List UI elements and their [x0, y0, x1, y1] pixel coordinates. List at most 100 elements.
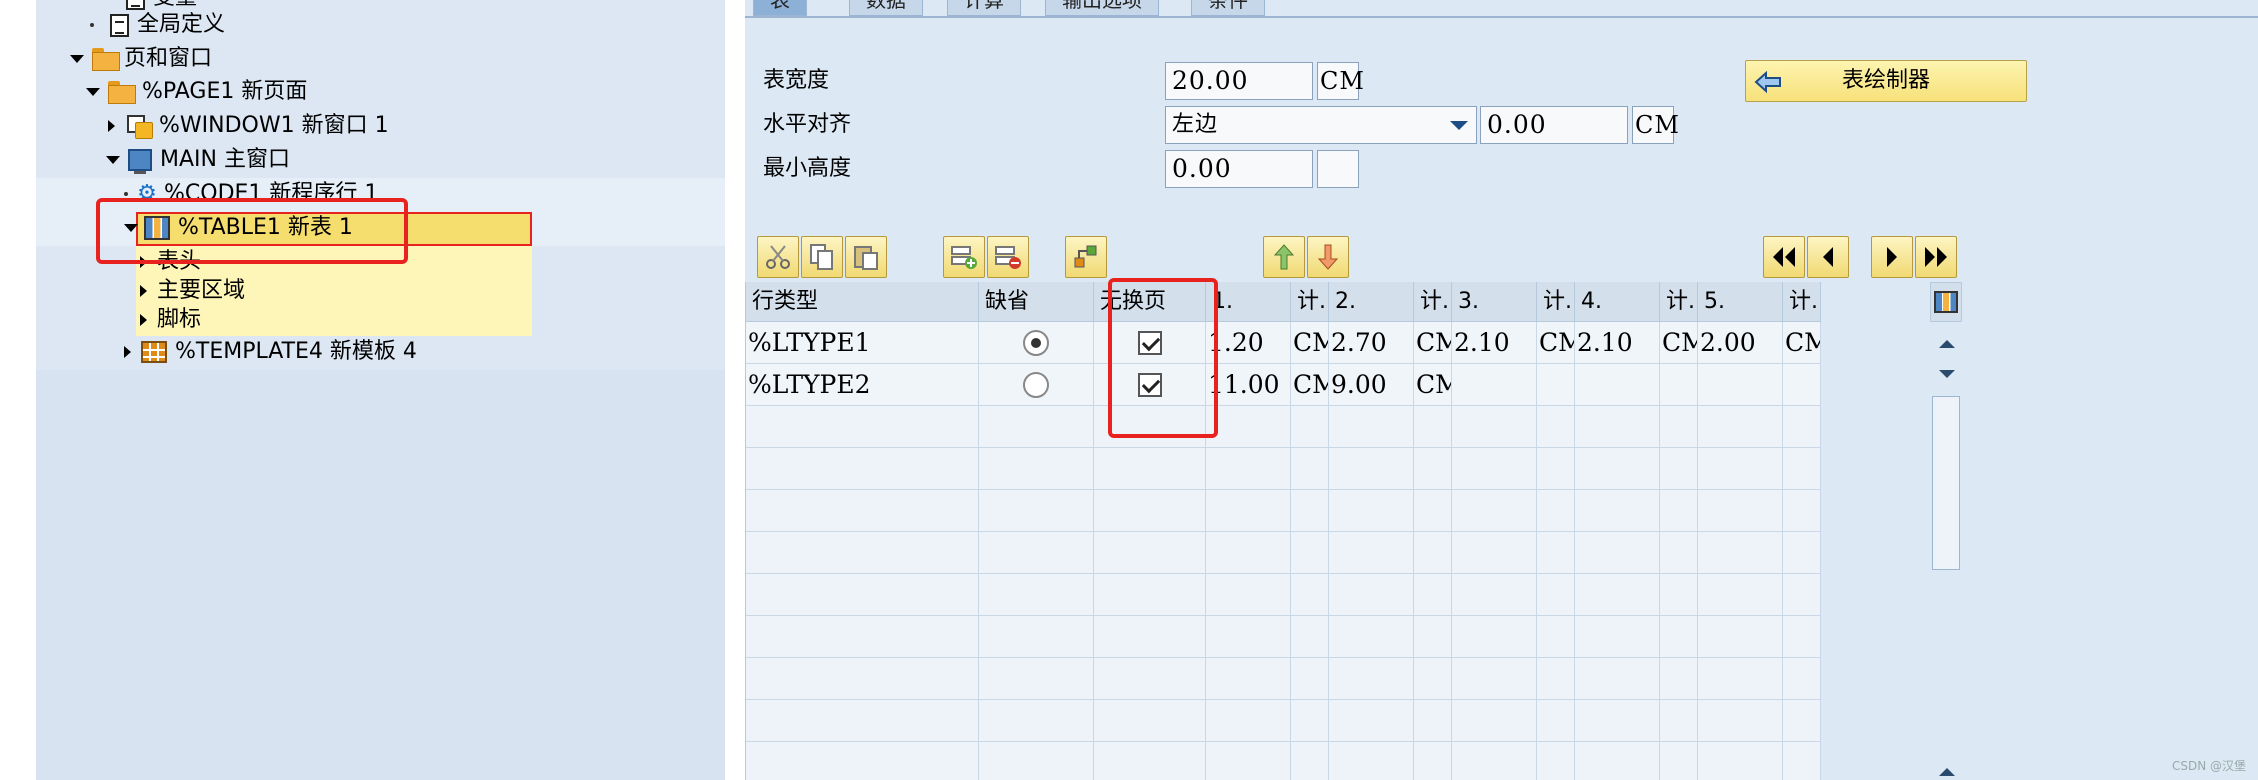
empty-grid-cell[interactable]	[1698, 406, 1783, 448]
tab-table[interactable]: 表	[753, 0, 807, 16]
empty-grid-cell[interactable]	[1329, 658, 1414, 700]
empty-grid-cell[interactable]	[746, 616, 979, 658]
empty-grid-cell[interactable]	[1094, 658, 1206, 700]
empty-grid-cell[interactable]	[1698, 490, 1783, 532]
tree-node-window1[interactable]: %WINDOW1 新窗口 1	[108, 110, 389, 142]
scroll-down-icon[interactable]	[1939, 370, 1955, 378]
empty-grid-cell[interactable]	[746, 490, 979, 532]
empty-grid-cell[interactable]	[1575, 742, 1660, 780]
empty-grid-cell[interactable]	[746, 700, 979, 742]
tree-node-page1[interactable]: %PAGE1 新页面	[86, 76, 307, 108]
grid-cell[interactable]	[1452, 364, 1537, 406]
tree-node-global[interactable]: 全局定义	[90, 9, 225, 41]
empty-grid-cell[interactable]	[1537, 448, 1575, 490]
grid-cell[interactable]: 2.00	[1698, 322, 1783, 364]
empty-grid-cell[interactable]	[1094, 616, 1206, 658]
empty-grid-cell[interactable]	[1537, 616, 1575, 658]
delete-row-button[interactable]	[987, 236, 1029, 278]
empty-grid-cell[interactable]	[1206, 532, 1291, 574]
empty-grid-cell[interactable]	[979, 490, 1094, 532]
expand-triangle-icon[interactable]	[106, 156, 120, 164]
empty-grid-cell[interactable]	[1291, 574, 1329, 616]
empty-grid-cell[interactable]	[1414, 574, 1452, 616]
empty-grid-cell[interactable]	[1452, 532, 1537, 574]
empty-grid-cell[interactable]	[1329, 616, 1414, 658]
move-down-button[interactable]	[1307, 236, 1349, 278]
column-header[interactable]: 计.	[1291, 282, 1329, 322]
empty-grid-cell[interactable]	[1329, 700, 1414, 742]
grid-cell[interactable]: 2.10	[1575, 322, 1660, 364]
paste-button[interactable]	[845, 236, 887, 278]
expand-triangle-icon[interactable]	[70, 55, 84, 63]
scroll-thumb[interactable]	[1932, 396, 1960, 570]
empty-grid-cell[interactable]	[1414, 448, 1452, 490]
empty-grid-cell[interactable]	[1783, 448, 1821, 490]
empty-grid-cell[interactable]	[1660, 574, 1698, 616]
hierarchy-button[interactable]	[1065, 236, 1107, 278]
empty-grid-cell[interactable]	[1783, 532, 1821, 574]
empty-grid-cell[interactable]	[1575, 658, 1660, 700]
grid-cell[interactable]: 11.00	[1206, 364, 1291, 406]
horizontal-align-select[interactable]: 左边	[1165, 106, 1477, 144]
empty-grid-cell[interactable]	[746, 658, 979, 700]
column-header[interactable]: 4.	[1575, 282, 1660, 322]
min-height-unit[interactable]	[1317, 150, 1359, 188]
empty-grid-cell[interactable]	[746, 448, 979, 490]
column-header[interactable]: 5.	[1698, 282, 1783, 322]
empty-grid-cell[interactable]	[1094, 700, 1206, 742]
empty-grid-cell[interactable]	[1660, 532, 1698, 574]
empty-grid-cell[interactable]	[1537, 406, 1575, 448]
empty-grid-cell[interactable]	[1783, 490, 1821, 532]
empty-grid-cell[interactable]	[1291, 406, 1329, 448]
empty-grid-cell[interactable]	[1452, 616, 1537, 658]
empty-grid-cell[interactable]	[1291, 742, 1329, 780]
table-width-input[interactable]: 20.00	[1165, 62, 1313, 100]
empty-grid-cell[interactable]	[1537, 574, 1575, 616]
empty-grid-cell[interactable]	[1206, 406, 1291, 448]
empty-grid-cell[interactable]	[1698, 574, 1783, 616]
empty-grid-cell[interactable]	[1291, 448, 1329, 490]
empty-grid-cell[interactable]	[1783, 406, 1821, 448]
empty-grid-cell[interactable]	[1575, 532, 1660, 574]
empty-grid-cell[interactable]	[1575, 448, 1660, 490]
column-header[interactable]: 计.	[1414, 282, 1452, 322]
table-width-unit[interactable]: CM	[1317, 62, 1364, 100]
column-header[interactable]: 缺省	[979, 282, 1094, 322]
grid-cell[interactable]: CM	[1414, 364, 1452, 406]
empty-grid-cell[interactable]	[979, 658, 1094, 700]
empty-grid-cell[interactable]	[1575, 700, 1660, 742]
collapsed-triangle-icon[interactable]	[140, 285, 147, 297]
grid-cell[interactable]	[1783, 364, 1821, 406]
tab-calculation[interactable]: 计算	[947, 0, 1021, 16]
empty-grid-cell[interactable]	[1537, 532, 1575, 574]
copy-button[interactable]	[801, 236, 843, 278]
empty-grid-cell[interactable]	[1537, 658, 1575, 700]
empty-grid-cell[interactable]	[979, 700, 1094, 742]
column-header[interactable]: 行类型	[746, 282, 979, 322]
scroll-up-icon[interactable]	[1939, 340, 1955, 348]
horizontal-offset-unit[interactable]: CM	[1632, 106, 1679, 144]
grid-cell[interactable]: 2.70	[1329, 322, 1414, 364]
empty-grid-cell[interactable]	[1660, 742, 1698, 780]
column-header[interactable]: 计.	[1537, 282, 1575, 322]
empty-grid-cell[interactable]	[1329, 448, 1414, 490]
empty-grid-cell[interactable]	[1452, 574, 1537, 616]
empty-grid-cell[interactable]	[1206, 574, 1291, 616]
empty-grid-cell[interactable]	[1783, 742, 1821, 780]
empty-grid-cell[interactable]	[1660, 616, 1698, 658]
grid-cell[interactable]: CM	[1414, 322, 1452, 364]
empty-grid-cell[interactable]	[1329, 742, 1414, 780]
grid-cell[interactable]: 1.20	[1206, 322, 1291, 364]
grid-vertical-scrollbar[interactable]	[1930, 326, 1962, 780]
empty-grid-cell[interactable]	[1414, 700, 1452, 742]
empty-grid-cell[interactable]	[1537, 742, 1575, 780]
collapsed-triangle-icon[interactable]	[124, 346, 131, 358]
empty-grid-cell[interactable]	[979, 406, 1094, 448]
empty-grid-cell[interactable]	[1094, 448, 1206, 490]
empty-grid-cell[interactable]	[1575, 616, 1660, 658]
empty-grid-cell[interactable]	[1537, 700, 1575, 742]
empty-grid-cell[interactable]	[1206, 742, 1291, 780]
column-header[interactable]: 计.	[1783, 282, 1821, 322]
empty-grid-cell[interactable]	[746, 574, 979, 616]
empty-grid-cell[interactable]	[1698, 658, 1783, 700]
